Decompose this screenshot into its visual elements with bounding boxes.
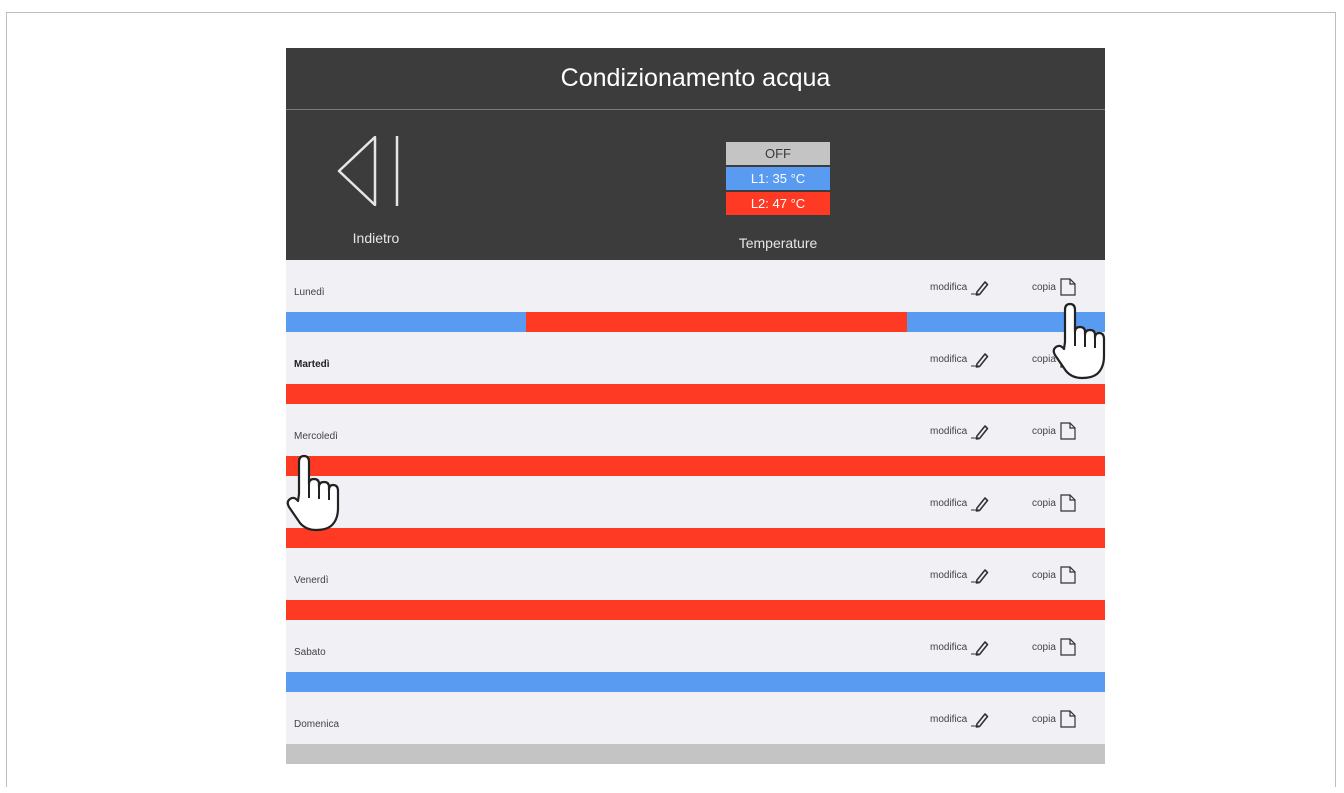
edit-button[interactable]: modifica [930,566,989,584]
edit-button[interactable]: modifica [930,494,989,512]
schedule-bar[interactable] [286,456,1105,476]
edit-button[interactable]: modifica [930,278,989,296]
copy-icon [1060,638,1076,656]
schedule-bar[interactable] [286,600,1105,620]
copy-button[interactable]: copia [1032,638,1076,656]
back-arrow-icon [337,136,399,206]
schedule-bar[interactable] [286,672,1105,692]
copy-label: copia [1032,497,1056,509]
temperatures-label: Temperature [738,235,818,251]
day-name: Mercoledì [294,431,338,442]
schedule-bar[interactable] [286,744,1105,764]
schedule-bar[interactable] [286,384,1105,404]
edit-button[interactable]: modifica [930,422,989,440]
schedule-bar[interactable] [286,528,1105,548]
temp-off-button[interactable]: OFF [726,142,830,165]
edit-button[interactable]: modifica [930,350,989,368]
app-panel: Condizionamento acqua Indietro OFF L1: 3… [286,48,1105,764]
nav-bar: Indietro OFF L1: 35 °C L2: 47 °C Tempera… [286,110,1105,260]
segment-l2 [526,312,907,332]
day-row-tuesday: Martedì modifica copia [286,332,1105,384]
schedule-bar[interactable] [286,312,1105,332]
segment-l2 [286,384,1105,404]
edit-label: modifica [930,497,968,509]
segment-l1 [286,672,1105,692]
copy-label: copia [1032,425,1056,437]
pencil-icon [971,353,989,368]
day-row-thursday: modifica copia [286,476,1105,528]
day-row-friday: Venerdì modifica copia [286,548,1105,600]
edit-label: modifica [930,353,968,365]
pencil-icon [971,425,989,440]
day-row-monday: Lunedì modifica copia [286,260,1105,312]
copy-icon [1060,494,1076,512]
copy-button[interactable]: copia [1032,422,1076,440]
hand-cursor-icon [286,454,340,532]
copy-button[interactable]: copia [1032,566,1076,584]
segment-l2 [286,456,1105,476]
edit-label: modifica [930,713,968,725]
day-name: Domenica [294,719,340,730]
copy-icon [1060,566,1076,584]
copy-label: copia [1032,641,1056,653]
pencil-icon [971,281,989,296]
edit-label: modifica [930,641,968,653]
segment-l2 [286,528,1105,548]
day-name: Lunedì [294,287,325,298]
hand-cursor-icon [1052,302,1106,380]
pencil-icon [971,713,989,728]
copy-button[interactable]: copia [1032,278,1076,296]
day-name: Venerdì [294,575,329,586]
day-name: Sabato [294,647,326,658]
segment-l2 [286,600,1105,620]
back-button[interactable]: Indietro [326,136,426,252]
temp-l1-button[interactable]: L1: 35 °C [726,167,830,190]
copy-icon [1060,710,1076,728]
back-label: Indietro [352,230,400,246]
edit-label: modifica [930,569,968,581]
pencil-icon [971,569,989,584]
edit-label: modifica [930,281,968,293]
copy-button[interactable]: copia [1032,494,1076,512]
copy-label: copia [1032,713,1056,725]
edit-label: modifica [930,425,968,437]
day-row-wednesday: Mercoledì modifica copia [286,404,1105,456]
copy-label: copia [1032,281,1056,293]
copy-label: copia [1032,569,1056,581]
day-row-sunday: Domenica modifica copia [286,692,1105,744]
page-title: Condizionamento acqua [286,48,1105,110]
pencil-icon [971,641,989,656]
segment-off [286,744,1105,764]
temperature-legend: OFF L1: 35 °C L2: 47 °C [726,142,830,217]
copy-icon [1060,422,1076,440]
segment-l1 [286,312,526,332]
temp-l2-button[interactable]: L2: 47 °C [726,192,830,215]
pencil-icon [971,497,989,512]
copy-button[interactable]: copia [1032,710,1076,728]
day-row-saturday: Sabato modifica copia [286,620,1105,672]
day-name: Martedì [294,359,330,370]
edit-button[interactable]: modifica [930,638,989,656]
edit-button[interactable]: modifica [930,710,989,728]
copy-icon [1060,278,1076,296]
